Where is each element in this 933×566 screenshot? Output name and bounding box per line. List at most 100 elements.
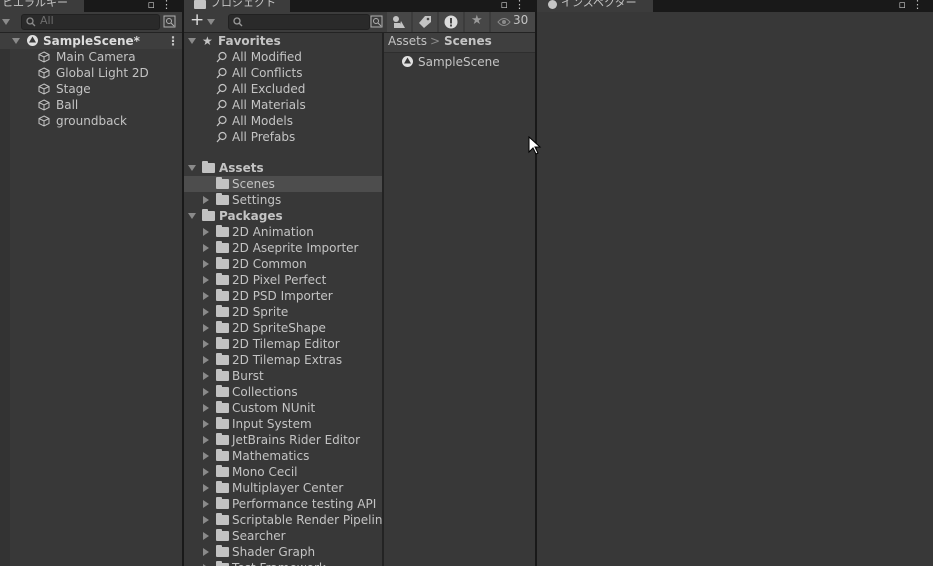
package-folder[interactable]: Shader Graph <box>184 544 382 560</box>
inspector-tab-controls[interactable]: ▫⋮ <box>899 0 929 11</box>
eye-icon <box>497 18 511 26</box>
hierarchy-toolbar: All <box>0 12 182 33</box>
search-icon <box>216 131 227 143</box>
package-folder[interactable]: Performance testing API <box>184 496 382 512</box>
hierarchy-search-field[interactable]: All <box>21 14 160 30</box>
folder-icon <box>216 545 229 557</box>
asset-folder[interactable]: Scenes <box>184 176 382 192</box>
expand-arrow-icon[interactable] <box>203 484 209 492</box>
breadcrumb-scenes[interactable]: Scenes <box>444 34 492 48</box>
favorite-item[interactable]: All Modified <box>184 49 382 65</box>
package-folder[interactable]: Test Framework <box>184 560 382 566</box>
package-folder[interactable]: 2D Tilemap Editor <box>184 336 382 352</box>
inspector-tab[interactable]: インスペクター <box>537 0 653 12</box>
package-folder[interactable]: Burst <box>184 368 382 384</box>
package-folder[interactable]: Collections <box>184 384 382 400</box>
hierarchy-panel: ヒエラルキー ▫⋮ All SampleScene* ⋮ Main Camera… <box>0 0 182 566</box>
expand-arrow-icon[interactable] <box>188 38 196 44</box>
hierarchy-item[interactable]: groundback <box>0 113 182 129</box>
expand-arrow-icon[interactable] <box>203 452 209 460</box>
package-folder[interactable]: Searcher <box>184 528 382 544</box>
expand-arrow-icon[interactable] <box>203 244 209 252</box>
package-folder[interactable]: 2D Aseprite Importer <box>184 240 382 256</box>
package-folder[interactable]: 2D Common <box>184 256 382 272</box>
hierarchy-tab[interactable]: ヒエラルキー <box>0 0 84 12</box>
scene-row[interactable]: SampleScene* ⋮ <box>0 33 182 49</box>
log-filter-button[interactable] <box>439 12 463 32</box>
expand-arrow-icon[interactable] <box>203 324 209 332</box>
package-folder[interactable]: Scriptable Render Pipeline <box>184 512 382 528</box>
hierarchy-item[interactable]: Stage <box>0 81 182 97</box>
favorite-item[interactable]: All Models <box>184 113 382 129</box>
package-folder[interactable]: Input System <box>184 416 382 432</box>
scene-asset-item[interactable]: SampleScene <box>384 54 535 70</box>
favorite-item[interactable]: All Prefabs <box>184 129 382 145</box>
asset-folder[interactable]: Settings <box>184 192 382 208</box>
package-folder[interactable]: 2D SpriteShape <box>184 320 382 336</box>
favorite-item[interactable]: All Materials <box>184 97 382 113</box>
package-folder[interactable]: JetBrains Rider Editor <box>184 432 382 448</box>
breadcrumb-separator-icon: > <box>430 34 441 48</box>
star-icon: ★ <box>471 13 483 28</box>
hierarchy-item[interactable]: Global Light 2D <box>0 65 182 81</box>
expand-arrow-icon[interactable] <box>203 372 209 380</box>
hierarchy-item[interactable]: Ball <box>0 97 182 113</box>
expand-arrow-icon[interactable] <box>203 276 209 284</box>
package-folder[interactable]: 2D PSD Importer <box>184 288 382 304</box>
package-folder[interactable]: 2D Tilemap Extras <box>184 352 382 368</box>
folder-icon <box>216 321 229 333</box>
expand-arrow-icon[interactable] <box>203 548 209 556</box>
expand-arrow-icon[interactable] <box>203 196 209 204</box>
project-search-field[interactable] <box>228 14 370 30</box>
folder-icon <box>216 369 229 381</box>
assets-header[interactable]: Assets <box>184 160 382 176</box>
favorites-filter-button[interactable]: ★ <box>465 12 489 32</box>
filter-by-label-button[interactable] <box>413 12 437 32</box>
expand-arrow-icon[interactable] <box>203 468 209 476</box>
expand-arrow-icon[interactable] <box>203 260 209 268</box>
favorite-item[interactable]: All Excluded <box>184 81 382 97</box>
expand-arrow-icon[interactable] <box>203 516 209 524</box>
expand-arrow-icon[interactable] <box>203 420 209 428</box>
expand-arrow-icon[interactable] <box>188 213 196 219</box>
hierarchy-tab-controls[interactable]: ▫⋮ <box>148 0 178 11</box>
search-options-icon[interactable] <box>163 15 176 28</box>
expand-arrow-icon[interactable] <box>203 340 209 348</box>
breadcrumb-assets[interactable]: Assets <box>388 34 427 48</box>
package-folder-label: Searcher <box>232 529 286 543</box>
add-asset-button[interactable]: + <box>190 10 204 30</box>
expand-arrow-icon[interactable] <box>203 228 209 236</box>
expand-arrow-icon[interactable] <box>203 532 209 540</box>
create-dropdown-icon[interactable] <box>2 19 10 25</box>
favorites-header[interactable]: ★ Favorites <box>184 33 382 49</box>
expand-arrow-icon[interactable] <box>203 388 209 396</box>
hidden-packages-button[interactable]: 30 <box>491 12 535 32</box>
package-folder[interactable]: Mathematics <box>184 448 382 464</box>
package-folder[interactable]: 2D Sprite <box>184 304 382 320</box>
add-dropdown-icon[interactable] <box>207 19 215 25</box>
packages-header[interactable]: Packages <box>184 208 382 224</box>
gameobject-cube-icon <box>38 83 50 95</box>
package-folder[interactable]: 2D Pixel Perfect <box>184 272 382 288</box>
scene-menu-icon[interactable]: ⋮ <box>167 33 179 49</box>
package-folder[interactable]: Multiplayer Center <box>184 480 382 496</box>
folder-icon <box>216 449 229 461</box>
project-tab-controls[interactable]: ▫⋮ <box>501 0 531 11</box>
expand-arrow-icon[interactable] <box>203 500 209 508</box>
folder-open-icon <box>202 161 215 173</box>
expand-arrow-icon[interactable] <box>203 308 209 316</box>
expand-arrow-icon[interactable] <box>203 292 209 300</box>
expand-arrow-icon[interactable] <box>12 38 20 44</box>
filter-by-type-button[interactable] <box>387 12 411 32</box>
package-folder[interactable]: Mono Cecil <box>184 464 382 480</box>
expand-arrow-icon[interactable] <box>203 436 209 444</box>
expand-arrow-icon[interactable] <box>203 404 209 412</box>
expand-arrow-icon[interactable] <box>188 165 196 171</box>
favorite-item[interactable]: All Conflicts <box>184 65 382 81</box>
package-folder[interactable]: 2D Animation <box>184 224 382 240</box>
package-folder[interactable]: Custom NUnit <box>184 400 382 416</box>
search-options-icon[interactable] <box>370 15 383 28</box>
expand-arrow-icon[interactable] <box>203 356 209 364</box>
hierarchy-item[interactable]: Main Camera <box>0 49 182 65</box>
inspector-tabstrip: インスペクター ▫⋮ <box>537 0 933 12</box>
